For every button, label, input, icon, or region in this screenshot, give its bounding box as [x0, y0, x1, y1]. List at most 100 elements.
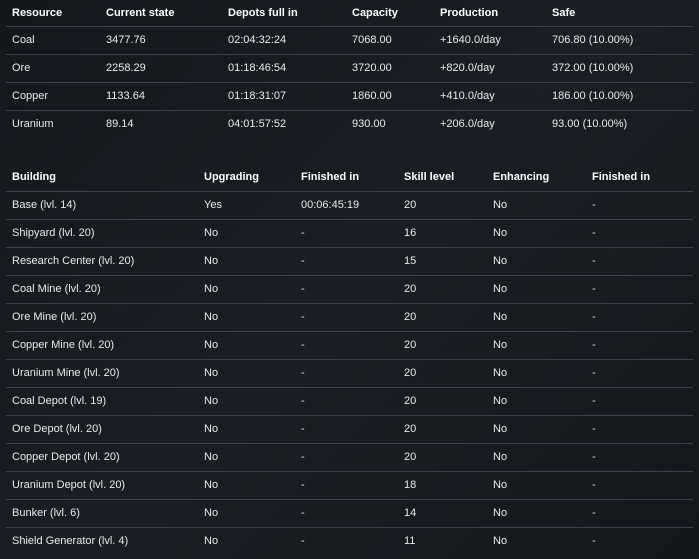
- skill-level: 15: [404, 255, 417, 267]
- skill-level: 11: [404, 535, 416, 548]
- header-current-state: Current state: [106, 6, 175, 19]
- enhancing: No: [493, 479, 508, 491]
- enhance-finished-in: -: [592, 311, 596, 323]
- depots-full-in: 04:01:57:52: [228, 118, 287, 131]
- depots-full-in: 01:18:31:07: [228, 90, 287, 102]
- enhance-finished-in: -: [592, 423, 596, 435]
- enhance-finished-in: -: [592, 255, 596, 267]
- safe: 706.80 (10.00%): [552, 34, 634, 46]
- upgrading: No: [204, 227, 219, 239]
- table-row: Shield Generator (lvl. 4) No - 11 No -: [6, 527, 693, 555]
- production: +206.0/day: [440, 118, 495, 131]
- table-row: Uranium Depot (lvl. 20) No - 18 No -: [6, 471, 693, 499]
- building-name: Copper Mine (lvl. 20): [12, 339, 115, 351]
- header-production: Production: [440, 6, 499, 19]
- header-enhance-finished-in: Finished in: [592, 171, 651, 184]
- capacity: 3720.00: [352, 62, 392, 74]
- enhance-finished-in: -: [592, 395, 596, 407]
- header-upgrade-finished-in: Finished in: [301, 171, 360, 184]
- table-row: Ore 2258.29 01:18:46:54 3720.00 +820.0/day 37…: [6, 54, 693, 82]
- table-row: Base (lvl. 14) Yes 00:06:45:19 20 No -: [6, 191, 693, 219]
- skill-level: 20: [404, 283, 417, 295]
- skill-level: 20: [404, 451, 417, 463]
- building-name: Ore Depot (lvl. 20): [12, 423, 102, 435]
- skill-level: 20: [404, 199, 417, 211]
- upgrading: No: [204, 479, 219, 491]
- header-depots-full-in: Depots full in: [228, 6, 298, 19]
- upgrading: No: [204, 283, 219, 295]
- building-name: Uranium Mine (lvl. 20): [12, 367, 120, 379]
- building-name: Ore Mine (lvl. 20): [12, 311, 97, 323]
- building-name: Copper Depot (lvl. 20): [12, 451, 120, 463]
- depots-full-in: 01:18:46:54: [228, 62, 287, 74]
- header-safe: Safe: [552, 6, 576, 19]
- enhancing: No: [493, 451, 508, 463]
- building-name: Research Center (lvl. 20): [12, 255, 135, 267]
- enhance-finished-in: -: [592, 199, 596, 211]
- production: +820.0/day: [440, 62, 495, 74]
- building-name: Shipyard (lvl. 20): [12, 227, 95, 239]
- table-row: Copper Mine (lvl. 20) No - 20 No -: [6, 331, 693, 359]
- skill-level: 20: [404, 311, 417, 323]
- table-row: Uranium 89.14 04:01:57:52 930.00 +206.0/day 9…: [6, 110, 693, 138]
- capacity: 930.00: [352, 118, 386, 131]
- enhance-finished-in: -: [592, 451, 596, 463]
- building-name: Bunker (lvl. 6): [12, 507, 80, 519]
- upgrade-finished-in: -: [301, 339, 305, 351]
- upgrade-finished-in: 00:06:45:19: [301, 199, 360, 211]
- building-name: Base (lvl. 14): [12, 199, 77, 211]
- current-state: 89.14: [106, 118, 134, 131]
- upgrade-finished-in: -: [301, 311, 305, 323]
- header-upgrading: Upgrading: [204, 171, 259, 184]
- table-row: Bunker (lvl. 6) No - 14 No -: [6, 499, 693, 527]
- skill-level: 20: [404, 395, 417, 407]
- capacity: 7068.00: [352, 34, 392, 46]
- buildings-header-row: Building Upgrading Finished in Skill lev…: [6, 164, 693, 191]
- enhancing: No: [493, 255, 508, 267]
- upgrading: No: [204, 367, 219, 379]
- table-row: Coal Depot (lvl. 19) No - 20 No -: [6, 387, 693, 415]
- header-enhancing: Enhancing: [493, 171, 550, 184]
- enhance-finished-in: -: [592, 535, 596, 548]
- building-name: Coal Depot (lvl. 19): [12, 395, 107, 407]
- upgrade-finished-in: -: [301, 367, 305, 379]
- table-row: Research Center (lvl. 20) No - 15 No -: [6, 247, 693, 275]
- enhance-finished-in: -: [592, 227, 596, 239]
- table-row: Shipyard (lvl. 20) No - 16 No -: [6, 219, 693, 247]
- upgrading: No: [204, 507, 219, 519]
- enhancing: No: [493, 227, 508, 239]
- enhance-finished-in: -: [592, 479, 596, 491]
- enhance-finished-in: -: [592, 507, 596, 519]
- upgrade-finished-in: -: [301, 255, 305, 267]
- safe: 186.00 (10.00%): [552, 90, 634, 102]
- buildings-body: Base (lvl. 14) Yes 00:06:45:19 20 No - Shipyar…: [6, 191, 693, 555]
- skill-level: 20: [404, 423, 417, 435]
- table-row: Copper Depot (lvl. 20) No - 20 No -: [6, 443, 693, 471]
- resource-name: Coal: [12, 34, 35, 46]
- resources-body: Coal 3477.76 02:04:32:24 7068.00 +1640.0/day…: [6, 26, 693, 138]
- skill-level: 14: [404, 507, 417, 519]
- upgrade-finished-in: -: [301, 479, 305, 491]
- upgrading: No: [204, 535, 219, 548]
- buildings-table: Building Upgrading Finished in Skill lev…: [6, 164, 693, 555]
- capacity: 1860.00: [352, 90, 392, 102]
- upgrading: No: [204, 395, 219, 407]
- building-name: Uranium Depot (lvl. 20): [12, 479, 126, 491]
- upgrading: No: [204, 451, 219, 463]
- skill-level: 20: [404, 339, 417, 351]
- upgrading: No: [204, 423, 219, 435]
- enhancing: No: [493, 535, 508, 548]
- enhance-finished-in: -: [592, 367, 596, 379]
- enhancing: No: [493, 311, 508, 323]
- table-row: Ore Mine (lvl. 20) No - 20 No -: [6, 303, 693, 331]
- enhancing: No: [493, 199, 508, 211]
- upgrade-finished-in: -: [301, 535, 305, 548]
- header-resource: Resource: [12, 6, 63, 19]
- resources-table: Resource Current state Depots full in Ca…: [6, 0, 693, 138]
- enhancing: No: [493, 283, 508, 295]
- upgrading: Yes: [204, 199, 222, 211]
- depots-full-in: 02:04:32:24: [228, 34, 287, 46]
- table-row: Coal 3477.76 02:04:32:24 7068.00 +1640.0/day…: [6, 26, 693, 54]
- safe: 372.00 (10.00%): [552, 62, 634, 74]
- table-row: Ore Depot (lvl. 20) No - 20 No -: [6, 415, 693, 443]
